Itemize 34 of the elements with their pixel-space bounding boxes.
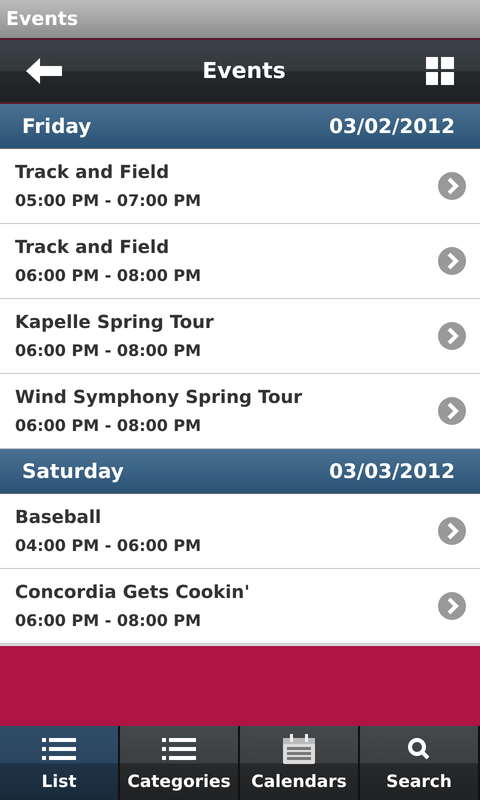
date-label: 03/03/2012 bbox=[329, 459, 455, 483]
calendar-icon bbox=[283, 734, 315, 764]
back-button[interactable] bbox=[26, 58, 62, 84]
event-time: 06:00 PM - 08:00 PM bbox=[15, 341, 202, 360]
event-time: 04:00 PM - 06:00 PM bbox=[15, 536, 202, 555]
window-title: Events bbox=[6, 8, 78, 30]
event-name: Baseball bbox=[15, 507, 102, 528]
tab[interactable]: Categories bbox=[120, 726, 240, 800]
date-label: 03/02/2012 bbox=[329, 114, 455, 138]
tab[interactable]: Calendars bbox=[240, 726, 360, 800]
tab[interactable]: Search bbox=[360, 726, 480, 800]
chevron-circle-icon bbox=[438, 172, 466, 200]
event-name: Wind Symphony Spring Tour bbox=[15, 387, 302, 408]
search-icon bbox=[407, 737, 431, 761]
page-title: Events bbox=[202, 58, 286, 84]
grid-button[interactable] bbox=[426, 57, 454, 85]
chevron-circle-icon bbox=[438, 592, 466, 620]
chevron-circle-icon bbox=[438, 517, 466, 545]
day-label: Friday bbox=[22, 114, 92, 138]
event-name: Kapelle Spring Tour bbox=[15, 312, 214, 333]
event-time: 06:00 PM - 08:00 PM bbox=[15, 416, 202, 435]
list-icon bbox=[162, 737, 196, 761]
tab[interactable]: List bbox=[0, 726, 120, 800]
event-name: Track and Field bbox=[15, 237, 170, 258]
event-time: 06:00 PM - 08:00 PM bbox=[15, 266, 202, 285]
event-time: 05:00 PM - 07:00 PM bbox=[15, 191, 202, 210]
event-time: 06:00 PM - 08:00 PM bbox=[15, 611, 202, 630]
chevron-circle-icon bbox=[438, 322, 466, 350]
chevron-circle-icon bbox=[438, 397, 466, 425]
chevron-circle-icon bbox=[438, 247, 466, 275]
event-name: Track and Field bbox=[15, 162, 170, 183]
list-icon bbox=[42, 737, 76, 761]
day-label: Saturday bbox=[22, 459, 124, 483]
event-name: Concordia Gets Cookin' bbox=[15, 582, 250, 603]
